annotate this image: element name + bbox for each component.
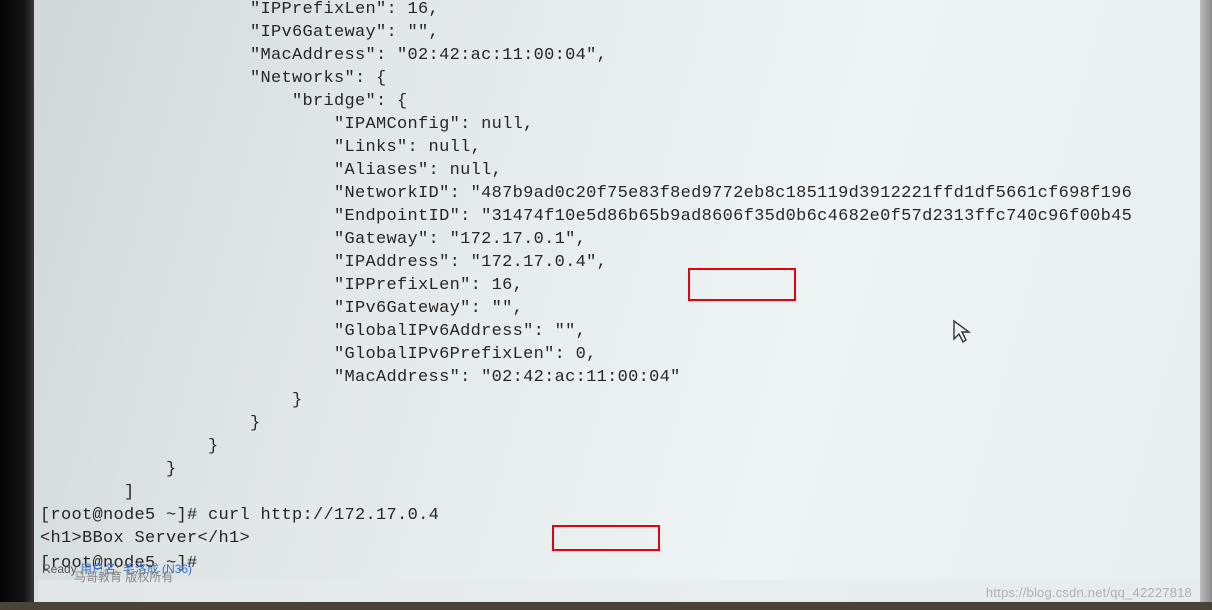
monitor-bezel-left — [0, 0, 34, 610]
shell-command[interactable]: curl http://172.17.0.4 — [208, 506, 439, 525]
shell-output: <h1>BBox Server</h1> — [40, 529, 250, 548]
monitor-bezel-bottom — [0, 602, 1212, 610]
status-copyright: 马哥教育 版权所有 — [74, 570, 173, 584]
source-watermark: https://blog.csdn.net/qq_42227818 — [986, 581, 1192, 604]
mouse-pointer-icon — [952, 319, 972, 345]
terminal-output: "IPPrefixLen": 16, "IPv6Gateway": "", "M… — [40, 0, 1212, 575]
annotation-box — [552, 525, 660, 551]
monitor-bezel-right — [1200, 0, 1212, 610]
annotation-box — [688, 268, 796, 301]
status-ready: Ready — [42, 562, 77, 576]
shell-prompt: [root@node5 ~]# — [40, 506, 208, 525]
